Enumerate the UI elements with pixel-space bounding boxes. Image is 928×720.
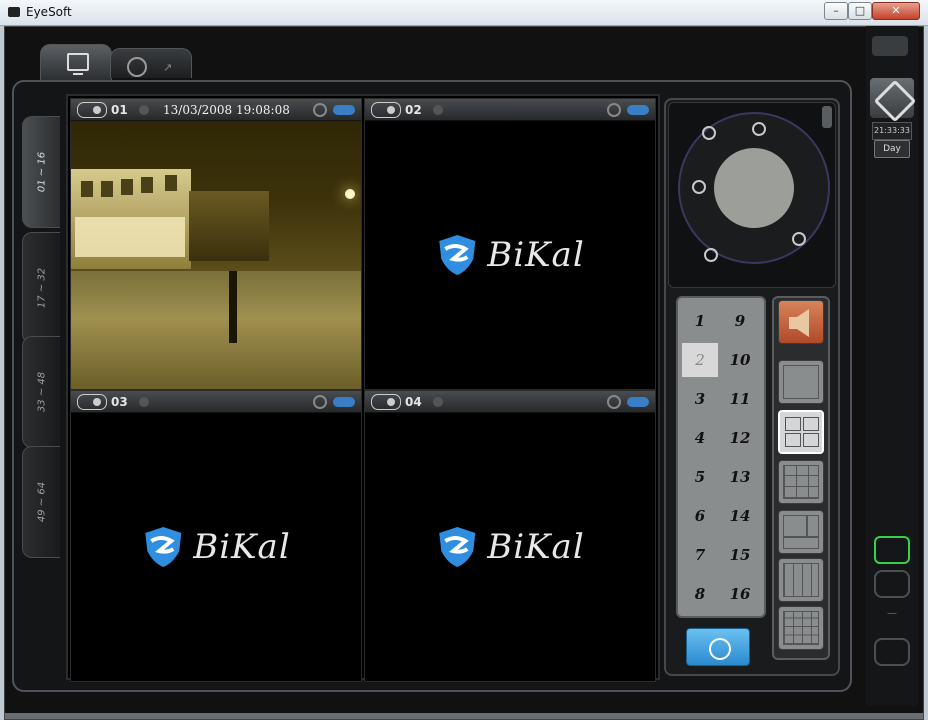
camera-timestamp: 13/03/2008 19:08:08 bbox=[163, 103, 290, 117]
channel-button-5[interactable]: 5 bbox=[682, 460, 718, 494]
channel-button-1[interactable]: 1 bbox=[682, 304, 718, 338]
playback-icon bbox=[127, 57, 147, 77]
shield-icon bbox=[439, 235, 476, 275]
channel-button-3[interactable]: 3 bbox=[682, 382, 718, 416]
camera-header: 04 bbox=[365, 391, 655, 413]
brand-name: BiKal bbox=[487, 527, 585, 567]
layout-4x4-button[interactable] bbox=[778, 606, 824, 650]
app-icon bbox=[8, 7, 20, 17]
ptz-scroll-arrow[interactable] bbox=[822, 106, 832, 128]
camera-feed-live bbox=[71, 121, 361, 389]
title-bar: EyeSoft – □ ✕ bbox=[0, 0, 928, 26]
ptz-joystick-knob[interactable] bbox=[714, 148, 794, 228]
camera-id: 01 bbox=[111, 103, 128, 117]
group-tab-4[interactable]: 49 ~ 64 bbox=[22, 446, 60, 558]
layout-2x2-button[interactable] bbox=[778, 410, 824, 454]
record-indicator bbox=[433, 105, 443, 115]
sidebar-label-icon[interactable]: — bbox=[874, 608, 910, 619]
close-button[interactable]: ✕ bbox=[872, 2, 920, 20]
camera-feed-empty: BiKal bbox=[365, 121, 655, 389]
channel-button-6[interactable]: 6 bbox=[682, 499, 718, 533]
camera-header: 03 bbox=[71, 391, 361, 413]
layout-1x1-button[interactable] bbox=[778, 360, 824, 404]
ptz-icon[interactable] bbox=[313, 395, 327, 409]
toggle-switch[interactable] bbox=[627, 105, 649, 115]
ptz-icon[interactable] bbox=[313, 103, 327, 117]
group-tab-2[interactable]: 17 ~ 32 bbox=[22, 232, 60, 344]
ptz-icon[interactable] bbox=[607, 395, 621, 409]
clock-display: 21:33:33 bbox=[872, 122, 912, 140]
channel-button-2[interactable]: 2 bbox=[682, 343, 718, 377]
collapse-button[interactable] bbox=[872, 36, 908, 56]
monitor-icon bbox=[67, 53, 89, 75]
storage-icon[interactable] bbox=[874, 536, 910, 564]
group-tab-1[interactable]: 01 ~ 16 bbox=[22, 116, 60, 228]
camera-header: 01 13/03/2008 19:08:08 bbox=[71, 99, 361, 121]
arrow-icon: ↗ bbox=[163, 61, 173, 74]
camera-feed-empty: BiKal bbox=[71, 413, 361, 681]
channel-button-11[interactable]: 11 bbox=[722, 382, 758, 416]
camera-id: 04 bbox=[405, 395, 422, 409]
ptz-icon[interactable] bbox=[607, 103, 621, 117]
layout-3x3-button[interactable] bbox=[778, 460, 824, 504]
camera-icon bbox=[371, 394, 401, 410]
network-icon[interactable] bbox=[874, 570, 910, 598]
zoom-out-icon[interactable] bbox=[752, 122, 766, 136]
channel-button-10[interactable]: 10 bbox=[722, 343, 758, 377]
channel-button-15[interactable]: 15 bbox=[722, 538, 758, 572]
toggle-switch[interactable] bbox=[333, 397, 355, 407]
video-grid: 01 13/03/2008 19:08:08 02 BiKal 03 BiKal… bbox=[66, 94, 660, 682]
camera-tile-03[interactable]: 03 BiKal bbox=[70, 390, 362, 682]
channel-button-12[interactable]: 12 bbox=[722, 421, 758, 455]
preset-icon[interactable] bbox=[792, 232, 806, 246]
channel-button-13[interactable]: 13 bbox=[722, 460, 758, 494]
channel-button-16[interactable]: 16 bbox=[722, 577, 758, 611]
street-scene-image bbox=[71, 121, 361, 389]
toggle-switch[interactable] bbox=[627, 397, 649, 407]
layout-1plus5-button[interactable] bbox=[778, 510, 824, 554]
layout-1plus7-button[interactable] bbox=[778, 558, 824, 602]
search-icon[interactable] bbox=[874, 638, 910, 666]
camera-icon bbox=[77, 394, 107, 410]
camera-header: 02 bbox=[365, 99, 655, 121]
day-night-button[interactable]: Day bbox=[874, 140, 910, 158]
brand-name: BiKal bbox=[193, 527, 291, 567]
tab-live-view[interactable] bbox=[40, 44, 112, 82]
ptz-toggle-button[interactable] bbox=[686, 628, 750, 666]
record-indicator bbox=[139, 397, 149, 407]
brand-logo: BiKal bbox=[435, 233, 584, 277]
focus-icon[interactable] bbox=[692, 180, 706, 194]
channel-button-9[interactable]: 9 bbox=[722, 304, 758, 338]
camera-icon bbox=[371, 102, 401, 118]
brand-logo: BiKal bbox=[141, 525, 290, 569]
camera-feed-empty: BiKal bbox=[365, 413, 655, 681]
settings-tools-icon[interactable] bbox=[870, 78, 914, 118]
group-tab-3[interactable]: 33 ~ 48 bbox=[22, 336, 60, 448]
brand-name: BiKal bbox=[487, 235, 585, 275]
window-title: EyeSoft bbox=[26, 5, 72, 19]
camera-id: 03 bbox=[111, 395, 128, 409]
shield-icon bbox=[439, 527, 476, 567]
iris-icon[interactable] bbox=[704, 248, 718, 262]
camera-tile-04[interactable]: 04 BiKal bbox=[364, 390, 656, 682]
camera-tile-02[interactable]: 02 BiKal bbox=[364, 98, 656, 390]
camera-id: 02 bbox=[405, 103, 422, 117]
channel-button-8[interactable]: 8 bbox=[682, 577, 718, 611]
speaker-icon bbox=[789, 309, 809, 337]
camera-tile-01[interactable]: 01 13/03/2008 19:08:08 bbox=[70, 98, 362, 390]
audio-button[interactable] bbox=[778, 300, 824, 344]
tab-playback[interactable]: ↗ bbox=[110, 48, 192, 78]
shield-icon bbox=[145, 527, 182, 567]
record-indicator bbox=[433, 397, 443, 407]
record-indicator bbox=[139, 105, 149, 115]
channel-button-14[interactable]: 14 bbox=[722, 499, 758, 533]
camera-icon bbox=[77, 102, 107, 118]
toggle-switch[interactable] bbox=[333, 105, 355, 115]
channel-button-7[interactable]: 7 bbox=[682, 538, 718, 572]
zoom-in-icon[interactable] bbox=[702, 126, 716, 140]
brand-logo: BiKal bbox=[435, 525, 584, 569]
channel-button-4[interactable]: 4 bbox=[682, 421, 718, 455]
maximize-button[interactable]: □ bbox=[848, 2, 872, 20]
minimize-button[interactable]: – bbox=[824, 2, 848, 20]
